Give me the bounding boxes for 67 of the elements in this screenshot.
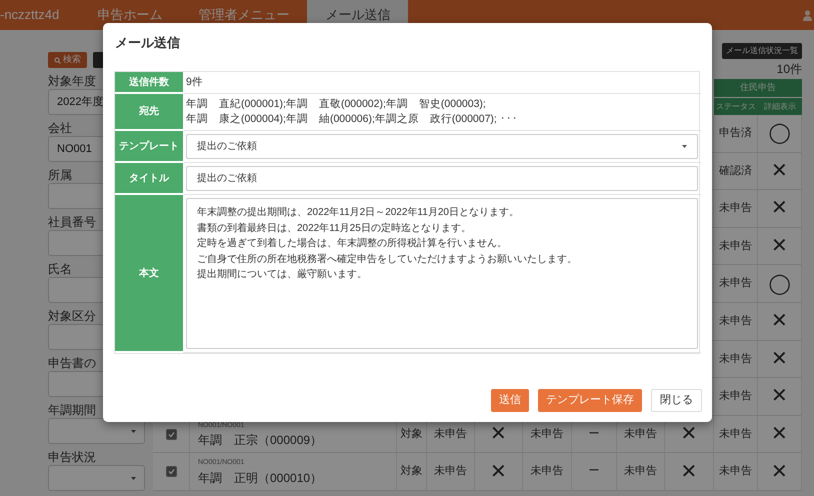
table-cell: ✕: [758, 152, 802, 190]
table-cell: 未申告: [427, 453, 475, 491]
filter-label: 社員番号: [48, 214, 96, 229]
filter-label: 対象区分: [48, 308, 96, 323]
employee-name: 年調 正明（000010）: [198, 470, 322, 487]
modal-button[interactable]: テンプレート保存: [538, 389, 642, 412]
table-header: 住民申告: [714, 79, 802, 97]
brand-title: -nczzttz4d: [0, 6, 60, 24]
field-label: 本文: [115, 195, 183, 353]
caret-icon: [131, 430, 136, 432]
checkbox[interactable]: [166, 466, 176, 478]
filter-label: 申告状況: [48, 449, 96, 464]
employee-name: 年調 正宗（000009）: [198, 432, 322, 450]
select-field[interactable]: [48, 465, 145, 491]
table-cell: ◯: [758, 115, 802, 153]
filter-label: 年調期間: [48, 402, 96, 417]
table-cell: ✕: [758, 416, 802, 454]
modal-button[interactable]: 閉じる: [651, 389, 702, 412]
filter-label: 申告書の: [48, 355, 96, 370]
select-field[interactable]: 提出のご依頼: [186, 134, 698, 159]
input-field[interactable]: 提出のご依頼: [186, 166, 698, 191]
filter-label: 会社: [48, 120, 72, 135]
table-cell: 対象: [397, 453, 427, 491]
field-label: 送信件数: [115, 72, 183, 94]
search-button[interactable]: 検索: [48, 52, 87, 68]
table-cell: 未申告: [714, 453, 758, 491]
table-cell: 未申告: [714, 416, 758, 454]
table-cell: 未申告: [714, 190, 758, 228]
table-cell: 未申告: [714, 265, 758, 303]
table-header: 詳細表示: [758, 97, 802, 115]
modal-title: メール送信: [115, 34, 180, 52]
table-cell: ✕: [758, 302, 802, 341]
caret-icon: [131, 476, 136, 480]
caret-icon: [682, 145, 687, 148]
filter-label: 所属: [48, 167, 72, 182]
select-field[interactable]: [48, 418, 145, 444]
field-label: タイトル: [115, 163, 183, 195]
table-cell: ✕: [758, 228, 802, 266]
textarea-field[interactable]: 年末調整の提出期間は、2022年11月2日～2022年11月20日となります。 書類の到着最終日は、2022年11月25日の定時迄となります。 定時を過ぎて到着した場合は、年末調整の所得税計算を行いません。 ご自身で住所の所在地税務署へ確定申告をしていただけますようお願いいたします。 提出期間については、厳守願います。: [186, 198, 698, 349]
field-value: 9件: [186, 75, 203, 90]
table-cell: ✕: [475, 453, 523, 491]
table-cell: 未申告: [617, 453, 665, 491]
table-cell: ー: [572, 453, 617, 491]
result-count: 10件: [776, 61, 802, 78]
field-label: テンプレート: [115, 131, 183, 163]
table-cell: 未申告: [714, 340, 758, 378]
filter-label: 氏名: [48, 261, 72, 276]
mail-status-button[interactable]: メール送信状況一覧: [722, 43, 802, 59]
table-cell: ◯: [758, 265, 802, 303]
table-header: ステータス: [714, 97, 758, 115]
table-cell: 未申告: [714, 228, 758, 266]
table-cell: 申告済: [714, 115, 758, 153]
checkbox[interactable]: [166, 428, 176, 440]
table-cell: 確認済: [714, 152, 758, 190]
table-cell: ✕: [758, 340, 802, 378]
table-cell: 未申告: [714, 378, 758, 416]
filter-label: 対象年度: [48, 73, 96, 88]
table-cell: ✕: [758, 453, 802, 491]
table-cell: ✕: [758, 378, 802, 416]
field-label: 宛先: [115, 94, 183, 131]
search-icon: [54, 56, 61, 64]
recipient-list: 年調 直紀(000001);年調 直敬(000002);年調 智史(000003); 年調 康之(000004);年調 紬(000006);年調之原 政行(000007); ･･･: [186, 97, 518, 127]
table-cell: 未申告: [523, 453, 572, 491]
table-cell: 未申告: [714, 302, 758, 341]
modal-button[interactable]: 送信: [491, 389, 529, 412]
table-cell: ✕: [758, 190, 802, 228]
table-cell: ✕: [665, 453, 714, 491]
